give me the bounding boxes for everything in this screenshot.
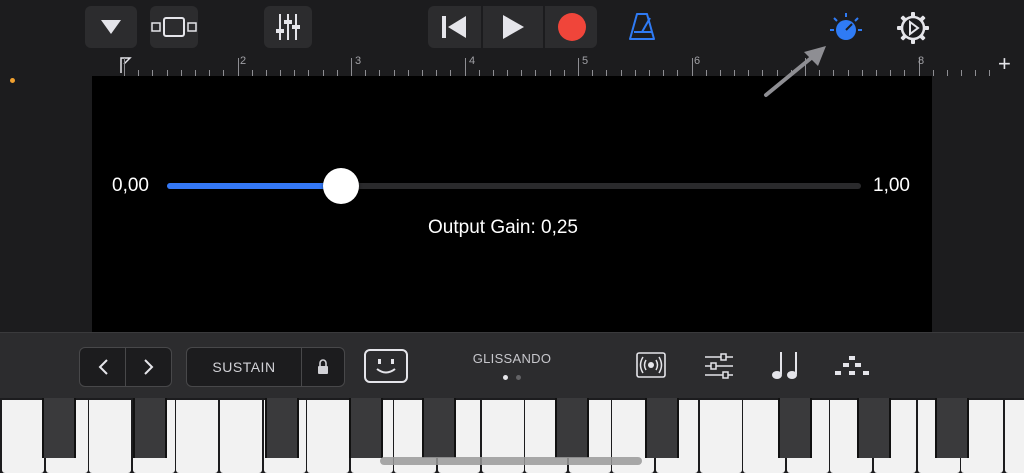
white-key[interactable] (220, 400, 262, 473)
white-key[interactable] (307, 400, 349, 473)
black-key[interactable] (133, 398, 167, 458)
sustain-button[interactable]: SUSTAIN (187, 348, 301, 386)
playhead-marker-icon[interactable] (120, 56, 132, 74)
white-key[interactable] (1005, 400, 1024, 473)
white-key[interactable] (176, 400, 218, 473)
bar-number: 2 (240, 55, 247, 67)
chevron-left-icon (98, 359, 108, 375)
white-key[interactable] (89, 400, 131, 473)
bar-number: 5 (582, 55, 589, 67)
rewind-icon (442, 16, 466, 38)
track-view-icon (151, 17, 197, 37)
metronome-icon (629, 13, 655, 40)
go-to-beginning-button[interactable] (428, 6, 480, 48)
white-key[interactable] (2, 400, 44, 473)
track-indicator-dot (10, 78, 15, 83)
control-bar (0, 0, 1024, 52)
black-key[interactable] (645, 398, 679, 458)
page-dot (516, 375, 521, 380)
white-key[interactable] (700, 400, 742, 473)
ruler-tick (692, 58, 693, 76)
notes-icon (772, 352, 797, 379)
smart-controls-button[interactable] (363, 348, 409, 384)
keyboard-scroll-handle[interactable] (380, 457, 642, 465)
output-gain-caption: Output Gain: 0,25 (428, 217, 578, 238)
page-dot-active (503, 375, 508, 380)
ruler-tick (351, 58, 352, 76)
browser-button[interactable] (85, 6, 137, 48)
arpeggiator-icon (636, 352, 666, 378)
black-key[interactable] (349, 398, 383, 458)
scale-icon (835, 356, 869, 375)
timeline-ruler[interactable]: 2 3 4 5 6 8 + (0, 52, 1024, 76)
octave-switcher (79, 347, 172, 387)
master-effects-knob-icon (830, 13, 862, 40)
black-key[interactable] (265, 398, 299, 458)
bar-number: 4 (469, 55, 476, 67)
track-side-area (932, 76, 1024, 332)
ruler-tick (124, 58, 125, 76)
tracks-view-button[interactable] (150, 6, 198, 48)
octave-down-button[interactable] (80, 348, 125, 386)
slider-fill (167, 183, 341, 189)
add-section-button[interactable]: + (998, 52, 1011, 76)
settings-button[interactable] (896, 11, 930, 45)
black-key[interactable] (857, 398, 891, 458)
ruler-tick (238, 58, 239, 76)
slider-min-label: 0,00 (112, 175, 149, 196)
black-key[interactable] (422, 398, 456, 458)
black-key[interactable] (555, 398, 589, 458)
metronome-button[interactable] (626, 10, 658, 42)
arpeggiator-button[interactable] (636, 352, 666, 378)
record-button[interactable] (546, 6, 597, 48)
track-header-area (0, 76, 92, 332)
sustain-lock-button[interactable] (302, 348, 344, 386)
black-key[interactable] (778, 398, 812, 458)
dropdown-triangle-icon (101, 20, 121, 34)
ruler-tick (465, 58, 466, 76)
scale-button[interactable] (834, 355, 870, 377)
mixer-sliders-icon (276, 14, 300, 40)
slider-max-label: 1,00 (873, 175, 910, 196)
keyboard-settings-icon (705, 353, 733, 379)
sustain-control: SUSTAIN (186, 347, 345, 387)
record-icon (557, 13, 586, 41)
play-icon (503, 15, 524, 39)
slider-knob[interactable] (323, 168, 359, 204)
chevron-right-icon (143, 359, 153, 375)
black-key[interactable] (935, 398, 969, 458)
mixer-button[interactable] (264, 6, 312, 48)
keyboard-controls-strip: SUSTAIN GLISSANDO (0, 332, 1024, 399)
black-key[interactable] (42, 398, 76, 458)
smiley-icon (364, 349, 408, 383)
output-gain-panel: 0,00 1,00 Output Gain: 0,25 (92, 76, 932, 332)
transport-controls (428, 6, 597, 48)
master-effects-button[interactable] (829, 11, 863, 45)
play-button[interactable] (484, 6, 542, 48)
output-gain-slider[interactable] (167, 168, 861, 204)
settings-gear-icon (897, 12, 929, 44)
chords-button[interactable] (771, 349, 801, 381)
bar-number: 6 (694, 55, 701, 67)
octave-up-button[interactable] (126, 348, 171, 386)
glissando-mode-label[interactable]: GLISSANDO (452, 351, 572, 366)
piano-keyboard[interactable] (0, 398, 1024, 473)
bar-number: 3 (355, 55, 362, 67)
ruler-tick (578, 58, 579, 76)
keyboard-settings-button[interactable] (704, 353, 734, 379)
bar-number: 8 (918, 55, 925, 67)
annotation-arrow (764, 46, 826, 97)
lock-icon (318, 359, 328, 374)
